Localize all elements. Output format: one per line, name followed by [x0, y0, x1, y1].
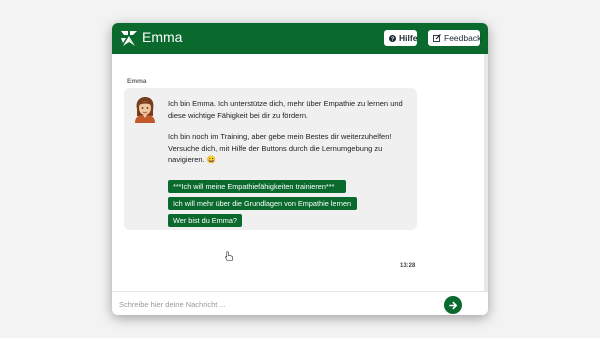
- help-label: Hilfe: [399, 33, 418, 43]
- chat-title: Emma: [142, 29, 183, 45]
- question-circle-icon: ?: [389, 34, 396, 42]
- chat-messages: Emma Ich bin Emma. Ich unterstütze dich,…: [112, 54, 488, 291]
- sender-name: Emma: [127, 78, 147, 85]
- arrow-right-icon: [448, 301, 457, 309]
- message-bubble: Ich bin Emma. Ich unterstütze dich, mehr…: [124, 88, 417, 230]
- composer: [112, 291, 488, 315]
- chat-window: Emma ? Hilfe Feedback Emma Ich bin Emma.…: [112, 23, 488, 315]
- choice-button-basics[interactable]: Ich will mehr über die Grundlagen von Em…: [168, 197, 357, 210]
- logo-icon: [121, 31, 137, 46]
- edit-icon: [433, 34, 441, 42]
- feedback-label: Feedback: [444, 33, 482, 43]
- message-text: Ich bin noch im Training, aber gebe mein…: [168, 132, 392, 164]
- scrollbar[interactable]: [484, 54, 488, 291]
- send-button[interactable]: [444, 296, 462, 314]
- chat-header: Emma ? Hilfe Feedback: [112, 23, 488, 54]
- feedback-button[interactable]: Feedback: [428, 30, 482, 46]
- choice-button-train[interactable]: ***Ich will meine Empathiefähigkeiten tr…: [168, 180, 346, 193]
- message-input[interactable]: [117, 296, 441, 312]
- avatar: [135, 97, 155, 123]
- choice-button-who-are-you[interactable]: Wer bist du Emma?: [168, 214, 242, 227]
- message-text: Ich bin Emma. Ich unterstütze dich, mehr…: [168, 99, 403, 120]
- hand-cursor-icon: [225, 251, 233, 261]
- message-timestamp: 13:28: [400, 263, 416, 269]
- help-button[interactable]: ? Hilfe: [384, 30, 417, 46]
